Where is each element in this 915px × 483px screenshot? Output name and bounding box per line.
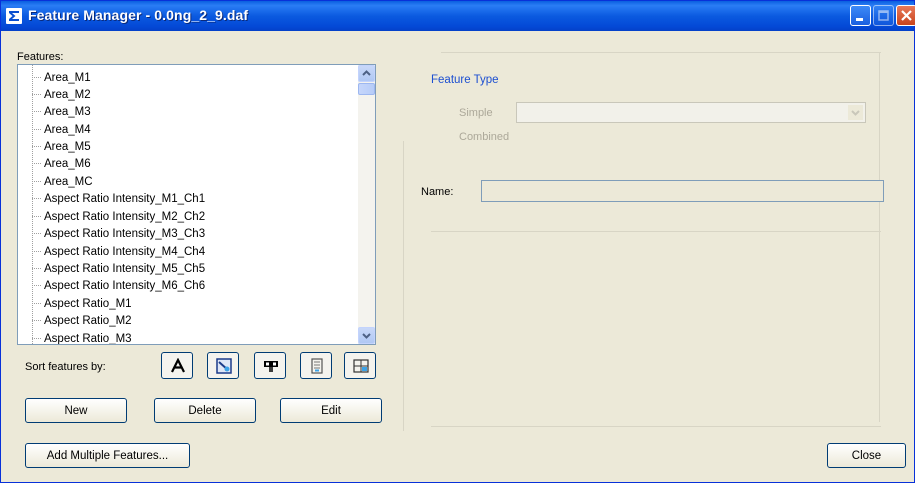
sort-mask-button[interactable] xyxy=(254,352,286,379)
list-scrollbar[interactable] xyxy=(358,65,375,344)
list-item[interactable]: Aspect Ratio Intensity_M2_Ch2 xyxy=(32,208,205,226)
chevron-up-icon xyxy=(362,70,371,76)
list-item[interactable]: Aspect Ratio Intensity_M3_Ch3 xyxy=(32,225,205,243)
sort-type-button[interactable] xyxy=(207,352,239,379)
mask-icon xyxy=(264,361,278,372)
new-button[interactable]: New xyxy=(25,398,127,423)
list-item[interactable]: Aspect Ratio Intensity_M4_Ch4 xyxy=(32,243,205,261)
letter-a-icon xyxy=(171,358,185,373)
sort-alpha-button[interactable] xyxy=(161,352,193,379)
list-item[interactable]: Area_M3 xyxy=(32,103,91,121)
list-item[interactable]: Aspect Ratio_M2 xyxy=(32,312,132,330)
close-button[interactable]: Close xyxy=(827,443,906,468)
maximize-icon xyxy=(878,10,889,21)
feature-manager-window: Feature Manager - 0.0ng_2_9.daf Features… xyxy=(0,0,915,483)
name-field[interactable] xyxy=(481,180,884,202)
name-label: Name: xyxy=(421,186,454,198)
separator-line xyxy=(431,426,881,427)
window-title: Feature Manager - 0.0ng_2_9.daf xyxy=(28,7,249,23)
list-item[interactable]: Area_M6 xyxy=(32,155,91,173)
sigma-icon xyxy=(6,8,22,24)
features-label: Features: xyxy=(17,51,64,63)
edit-button[interactable]: Edit xyxy=(280,398,382,423)
delete-button[interactable]: Delete xyxy=(154,398,256,423)
sort-channel-button[interactable] xyxy=(300,352,332,379)
list-item[interactable]: Aspect Ratio Intensity_M5_Ch5 xyxy=(32,260,205,278)
combined-icon xyxy=(353,359,369,373)
close-window-button[interactable] xyxy=(896,5,915,26)
feature-type-icon xyxy=(216,358,232,374)
feature-type-heading: Feature Type xyxy=(431,74,499,86)
combined-radio[interactable]: Combined xyxy=(459,131,509,143)
features-list[interactable]: Area_M1 Area_M2 Area_M3 Area_M4 Area_M5 … xyxy=(17,64,376,345)
chevron-down-icon xyxy=(362,333,371,339)
chevron-down-icon xyxy=(848,105,863,120)
list-item[interactable]: Area_M5 xyxy=(32,138,91,156)
separator-line xyxy=(431,231,881,232)
list-item[interactable]: Aspect Ratio_M3 xyxy=(32,330,132,344)
close-icon xyxy=(901,10,912,21)
minimize-button[interactable] xyxy=(850,5,871,26)
list-item[interactable]: Aspect Ratio Intensity_M1_Ch1 xyxy=(32,190,205,208)
minimize-icon xyxy=(856,18,863,21)
simple-feature-select[interactable] xyxy=(516,102,866,123)
panel-divider xyxy=(879,52,880,422)
panel-divider xyxy=(403,141,404,431)
add-multiple-features-button[interactable]: Add Multiple Features... xyxy=(25,443,190,468)
separator-line xyxy=(441,52,881,53)
list-item[interactable]: Area_M1 xyxy=(32,69,91,87)
list-item[interactable]: Area_MC xyxy=(32,173,93,191)
list-item[interactable]: Area_M4 xyxy=(32,121,91,139)
scroll-down-button[interactable] xyxy=(358,327,375,344)
list-item[interactable]: Aspect Ratio Intensity_M6_Ch6 xyxy=(32,277,205,295)
simple-radio[interactable]: Simple xyxy=(459,107,493,119)
channel-icon xyxy=(311,358,323,374)
maximize-button[interactable] xyxy=(873,5,894,26)
scroll-thumb[interactable] xyxy=(358,83,375,95)
sort-label: Sort features by: xyxy=(25,361,106,373)
list-item[interactable]: Area_M2 xyxy=(32,86,91,104)
title-bar[interactable]: Feature Manager - 0.0ng_2_9.daf xyxy=(1,1,915,31)
scroll-up-button[interactable] xyxy=(358,65,375,82)
list-item[interactable]: Aspect Ratio_M1 xyxy=(32,295,132,313)
sort-combined-button[interactable] xyxy=(344,352,376,379)
